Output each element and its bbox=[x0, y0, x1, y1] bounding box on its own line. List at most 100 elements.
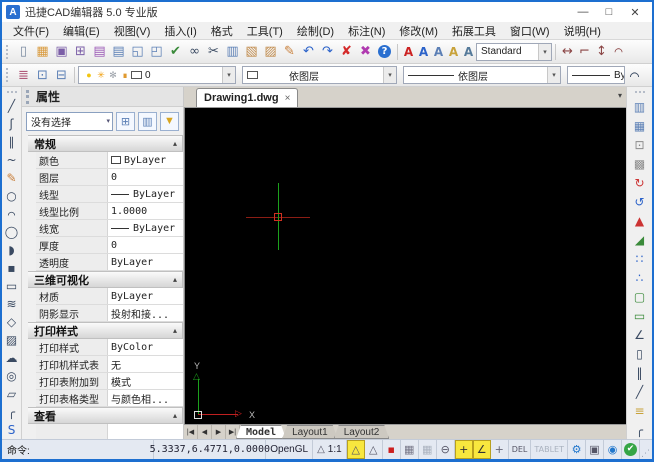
linetype-combo[interactable]: 依图层 ▾ bbox=[403, 66, 561, 84]
snap-marker[interactable]: ▪ bbox=[383, 440, 401, 459]
close-tab-icon[interactable]: × bbox=[285, 93, 291, 104]
close-button[interactable]: ✕ bbox=[622, 3, 648, 21]
paste[interactable]: ▧ bbox=[242, 42, 261, 62]
settings[interactable]: ⚙ bbox=[568, 440, 586, 459]
collapse-icon[interactable]: ▴ bbox=[173, 139, 177, 148]
purge[interactable]: ✖ bbox=[356, 42, 375, 62]
trim[interactable]: ∠ bbox=[631, 325, 649, 344]
print-preview[interactable]: ◱ bbox=[128, 42, 147, 62]
scale[interactable]: ▢ bbox=[631, 287, 649, 306]
object-snap[interactable]: + bbox=[455, 440, 473, 459]
mirror[interactable]: ▲ bbox=[631, 211, 649, 230]
undo[interactable]: ↶ bbox=[299, 42, 318, 62]
clean-screen[interactable]: ▣ bbox=[586, 440, 604, 459]
prop-thickness[interactable]: 厚度 0 bbox=[36, 237, 183, 254]
collapse-icon[interactable]: ▴ bbox=[173, 275, 177, 284]
prop-plot-table-type[interactable]: 打印表格类型 与颜色相... bbox=[36, 390, 183, 407]
multiline[interactable]: ∥ bbox=[3, 133, 21, 151]
prop-material[interactable]: 材质 ByLayer bbox=[36, 288, 183, 305]
chevron-down-icon[interactable]: ▾ bbox=[222, 67, 235, 83]
rotate-cw[interactable]: ↻ bbox=[631, 173, 649, 192]
donut[interactable]: ◎ bbox=[3, 367, 21, 385]
toggle-pickadd[interactable]: ⊞ bbox=[116, 112, 135, 131]
paste-special[interactable]: ▨ bbox=[261, 42, 280, 62]
quick-select[interactable]: ▼ bbox=[160, 112, 179, 131]
maximize-button[interactable]: □ bbox=[596, 3, 622, 21]
prop-linetype[interactable]: 线型 ByLayer bbox=[36, 186, 183, 203]
circle[interactable]: ○ bbox=[3, 187, 21, 205]
stretch[interactable]: ▭ bbox=[631, 306, 649, 325]
document-tab[interactable]: Drawing1.dwg × bbox=[196, 88, 298, 107]
tab-layout1[interactable]: Layout1 bbox=[282, 425, 338, 439]
draw-arc-button[interactable]: ⌒ bbox=[625, 65, 644, 85]
tab-first[interactable]: |◀ bbox=[184, 425, 198, 439]
grid-display[interactable]: ▦ bbox=[401, 440, 419, 459]
menu-insert[interactable]: 插入(I) bbox=[157, 22, 203, 39]
prop-color[interactable]: 颜色 ByLayer bbox=[36, 152, 183, 169]
polygon[interactable]: ◇ bbox=[3, 313, 21, 331]
text-edit[interactable]: A bbox=[446, 42, 461, 62]
help-button[interactable]: ? bbox=[375, 42, 394, 62]
point[interactable]: ▪ bbox=[3, 259, 21, 277]
rectangle[interactable]: ▭ bbox=[3, 277, 21, 295]
wipeout[interactable]: ▱ bbox=[3, 385, 21, 403]
tab-list-dropdown-icon[interactable]: ▾ bbox=[618, 91, 622, 100]
text-find[interactable]: A bbox=[461, 42, 476, 62]
prop-plot-table-attach[interactable]: 打印表附加到 模式 bbox=[36, 373, 183, 390]
spline[interactable]: ~ bbox=[3, 151, 21, 169]
menu-dimension[interactable]: 标注(N) bbox=[341, 22, 392, 39]
print[interactable]: ▤ bbox=[90, 42, 109, 62]
prop-plot-style-table[interactable]: 打印机样式表 无 bbox=[36, 356, 183, 373]
prop-layer[interactable]: 图层 0 bbox=[36, 169, 183, 186]
color-combo[interactable]: 依图层 ▾ bbox=[242, 66, 397, 84]
prop-linetype-scale[interactable]: 线型比例 1.0000 bbox=[36, 203, 183, 220]
status-ok[interactable]: ✔ bbox=[622, 440, 640, 459]
menu-edit[interactable]: 编辑(E) bbox=[56, 22, 107, 39]
layer-states[interactable]: ⊡ bbox=[33, 65, 52, 85]
chevron-down-icon[interactable]: ▾ bbox=[538, 44, 551, 60]
copy-object[interactable]: ▥ bbox=[631, 97, 649, 116]
text-style-2[interactable]: A bbox=[416, 42, 431, 62]
section-view-header[interactable]: 查看 ▴ bbox=[28, 407, 183, 424]
new-file[interactable]: ▯ bbox=[14, 42, 33, 62]
model-canvas[interactable]: Y △ ▷ X bbox=[184, 108, 626, 424]
save[interactable]: ▣ bbox=[52, 42, 71, 62]
extend-3d[interactable]: ▯ bbox=[631, 344, 649, 363]
sketch[interactable]: ✎ bbox=[3, 169, 21, 187]
tab-prev[interactable]: ◀ bbox=[198, 425, 212, 439]
layer-combo[interactable]: ●✳✻∎ 0 ▾ bbox=[78, 66, 236, 84]
break[interactable]: ‖ bbox=[631, 363, 649, 382]
select-objects[interactable]: ▥ bbox=[138, 112, 157, 131]
format-painter[interactable]: ✎ bbox=[280, 42, 299, 62]
array[interactable]: ▩ bbox=[631, 154, 649, 173]
lineweight-display[interactable]: + bbox=[491, 440, 509, 459]
annotation-autoscale[interactable]: △ bbox=[365, 440, 383, 459]
object-track[interactable]: ∠ bbox=[473, 440, 491, 459]
tab-next[interactable]: ▶ bbox=[212, 425, 226, 439]
fillet-curve[interactable]: ╭ bbox=[3, 403, 21, 421]
lineweight-combo[interactable]: ByLayer bbox=[567, 66, 625, 84]
menu-view[interactable]: 视图(V) bbox=[107, 22, 158, 39]
rotate-ccw[interactable]: ↺ bbox=[631, 192, 649, 211]
line[interactable]: ╱ bbox=[3, 97, 21, 115]
pedit[interactable]: ≡ bbox=[631, 401, 649, 420]
tab-layout2[interactable]: Layout2 bbox=[334, 425, 390, 439]
spline-edit[interactable]: S bbox=[3, 421, 21, 439]
properties-panel-header[interactable]: 属性 bbox=[22, 87, 183, 107]
fillet[interactable]: ╭ bbox=[631, 420, 649, 439]
chamfer[interactable]: ╱ bbox=[631, 382, 649, 401]
polar-tracking[interactable]: ⊖ bbox=[437, 440, 455, 459]
annotation-scale[interactable]: △ 1:1 bbox=[313, 440, 347, 459]
menu-format[interactable]: 格式 bbox=[204, 22, 240, 39]
isometric-draft[interactable]: ▦ bbox=[419, 440, 437, 459]
minimize-button[interactable]: — bbox=[570, 3, 596, 21]
helix[interactable]: ≋ bbox=[3, 295, 21, 313]
tab-model[interactable]: Model bbox=[236, 425, 286, 439]
collapse-icon[interactable]: ▴ bbox=[173, 411, 177, 420]
polyline[interactable]: ʃ bbox=[3, 115, 21, 133]
revision-cloud[interactable]: ☁ bbox=[3, 349, 21, 367]
section-general-header[interactable]: 常规 ▴ bbox=[28, 135, 183, 152]
text-scale[interactable]: A bbox=[431, 42, 446, 62]
copy[interactable]: ▥ bbox=[223, 42, 242, 62]
layer-previous[interactable]: ⊟ bbox=[52, 65, 71, 85]
